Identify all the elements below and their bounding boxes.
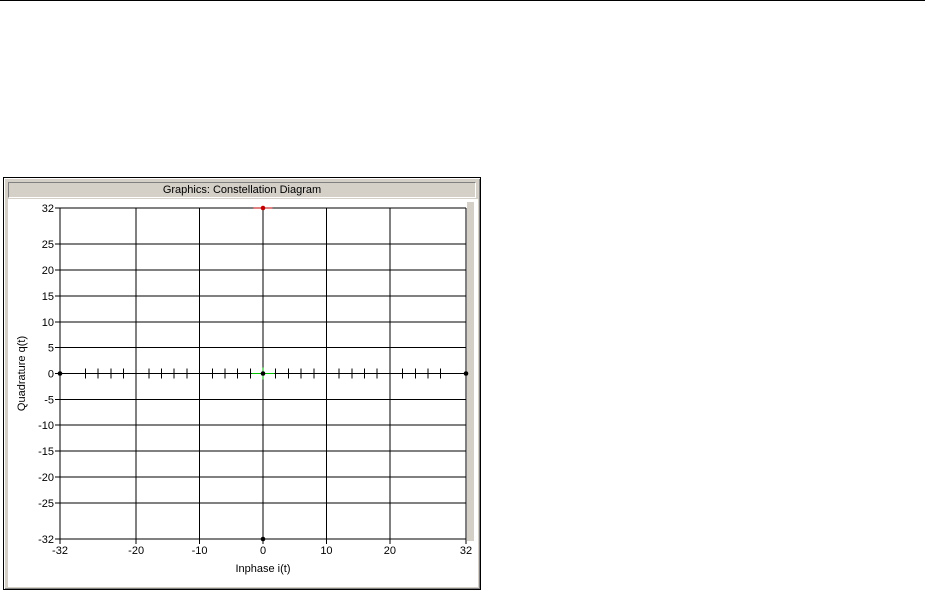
plot-margin-strip bbox=[467, 202, 474, 541]
y-tick-label: -5 bbox=[44, 394, 54, 406]
y-tick-label: 10 bbox=[42, 317, 54, 329]
y-tick-label: 25 bbox=[42, 239, 54, 251]
constellation-point bbox=[463, 371, 469, 376]
constellation-chart: 322520151050-5-10-15-20-25-32-32 -20 -10 0 1… bbox=[16, 202, 474, 575]
x-tick-label: -32 bbox=[52, 545, 68, 557]
constellation-point bbox=[260, 205, 266, 211]
y-tick-label: -10 bbox=[38, 420, 54, 432]
y-tick-label: 0 bbox=[48, 369, 54, 381]
y-tick-label: 20 bbox=[42, 265, 54, 277]
y-tick-label: 5 bbox=[48, 343, 54, 355]
constellation-point bbox=[57, 371, 63, 376]
x-tick-label: -10 bbox=[192, 545, 208, 557]
x-tick-label: -20 bbox=[128, 545, 144, 557]
x-tick-label: 0 bbox=[260, 545, 266, 557]
y-tick-label: -15 bbox=[38, 446, 54, 458]
y-axis-label: Quadrature q(t) bbox=[16, 336, 28, 411]
constellation-point bbox=[260, 371, 266, 376]
y-tick-label: 15 bbox=[42, 291, 54, 303]
y-tick-label: -20 bbox=[38, 472, 54, 484]
y-tick-label: -25 bbox=[38, 498, 54, 510]
x-tick-label: 10 bbox=[320, 545, 332, 557]
x-tick-label: 32 bbox=[460, 545, 472, 557]
y-tick-label: 32 bbox=[42, 203, 54, 215]
constellation-point bbox=[260, 536, 266, 542]
x-axis-label: Inphase i(t) bbox=[235, 563, 290, 575]
x-tick-label: 20 bbox=[384, 545, 396, 557]
